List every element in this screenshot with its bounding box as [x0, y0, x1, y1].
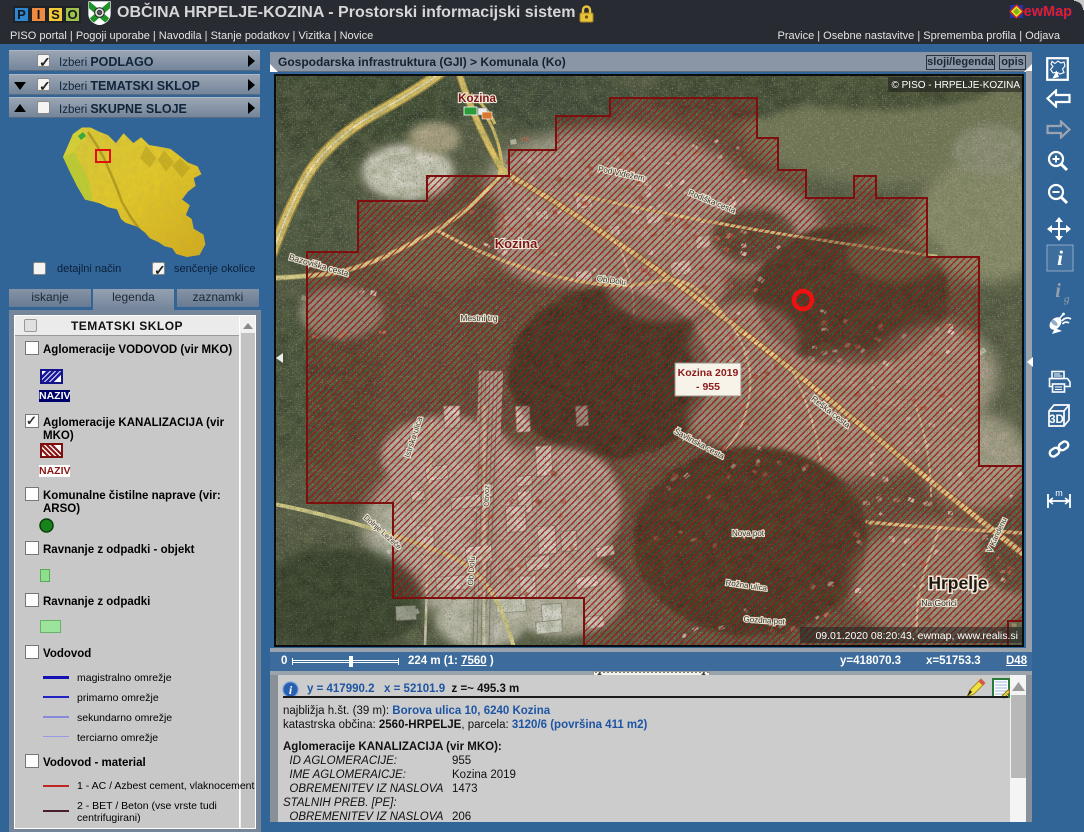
svg-text:09.01.2020 08:20:43, ewmap, ww: 09.01.2020 08:20:43, ewmap, www.realis.s… [815, 630, 1018, 642]
svg-text:m: m [1055, 488, 1063, 498]
svg-text:Nova pot: Nova pot [732, 529, 765, 538]
svg-text:Kozina 2019: Kozina 2019 [678, 367, 739, 379]
svg-text:3D: 3D [1049, 414, 1064, 426]
svg-text:© PISO - HRPELJE-KOZINA: © PISO - HRPELJE-KOZINA [891, 80, 1020, 91]
svg-text:g: g [1064, 293, 1070, 305]
svg-text:i: i [1057, 246, 1063, 270]
svg-text:i: i [1055, 280, 1061, 302]
svg-text:Na Gorici: Na Gorici [921, 598, 957, 608]
svg-text:Mestni trg: Mestni trg [460, 313, 498, 323]
svg-text:- 955: - 955 [696, 381, 720, 393]
svg-text:Hrpelje: Hrpelje [928, 573, 988, 593]
svg-text:Kozina: Kozina [458, 93, 496, 105]
svg-text:Obvoz: Obvoz [482, 485, 492, 507]
svg-text:Kozina: Kozina [495, 236, 538, 251]
